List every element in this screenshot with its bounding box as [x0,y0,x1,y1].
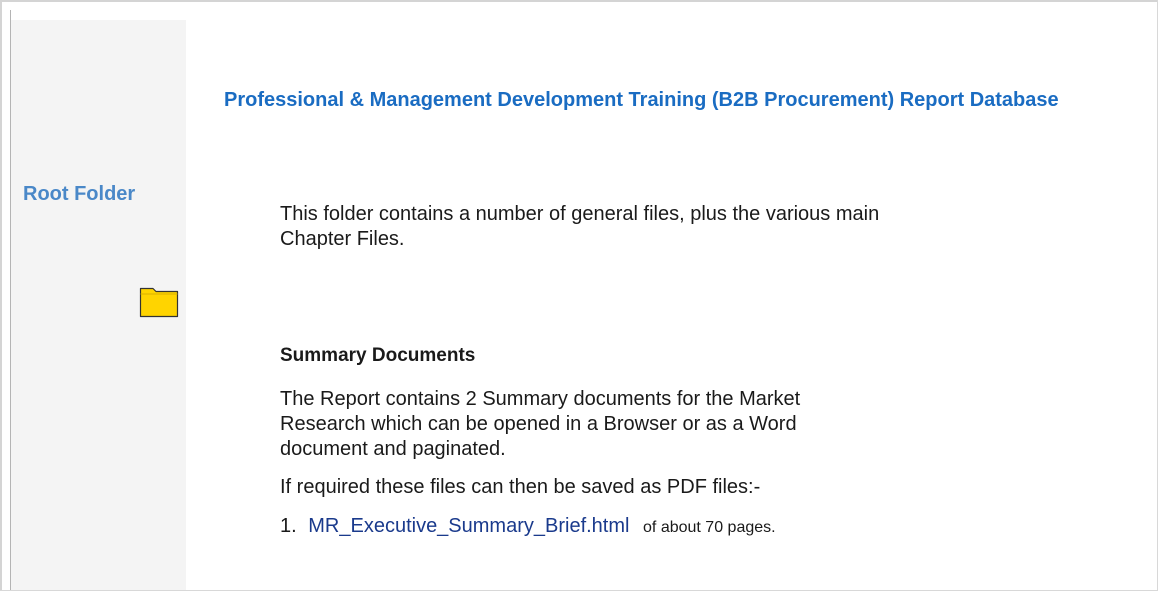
page-title: Professional & Management Development Tr… [224,89,1059,111]
intro-paragraph: This folder contains a number of general… [280,203,880,250]
executive-summary-link[interactable]: MR_Executive_Summary_Brief.html [308,515,629,537]
pdf-note-paragraph: If required these files can then be save… [280,476,761,498]
list-item: 1. MR_Executive_Summary_Brief.html of ab… [280,515,776,538]
sidebar-title: Root Folder [23,183,136,205]
summary-paragraph: The Report contains 2 Summary documents … [280,388,801,460]
list-item-number: 1. [280,515,297,537]
list-item-suffix: of about 70 pages. [643,519,776,536]
folder-icon [139,287,179,318]
summary-documents-heading: Summary Documents [280,345,476,366]
